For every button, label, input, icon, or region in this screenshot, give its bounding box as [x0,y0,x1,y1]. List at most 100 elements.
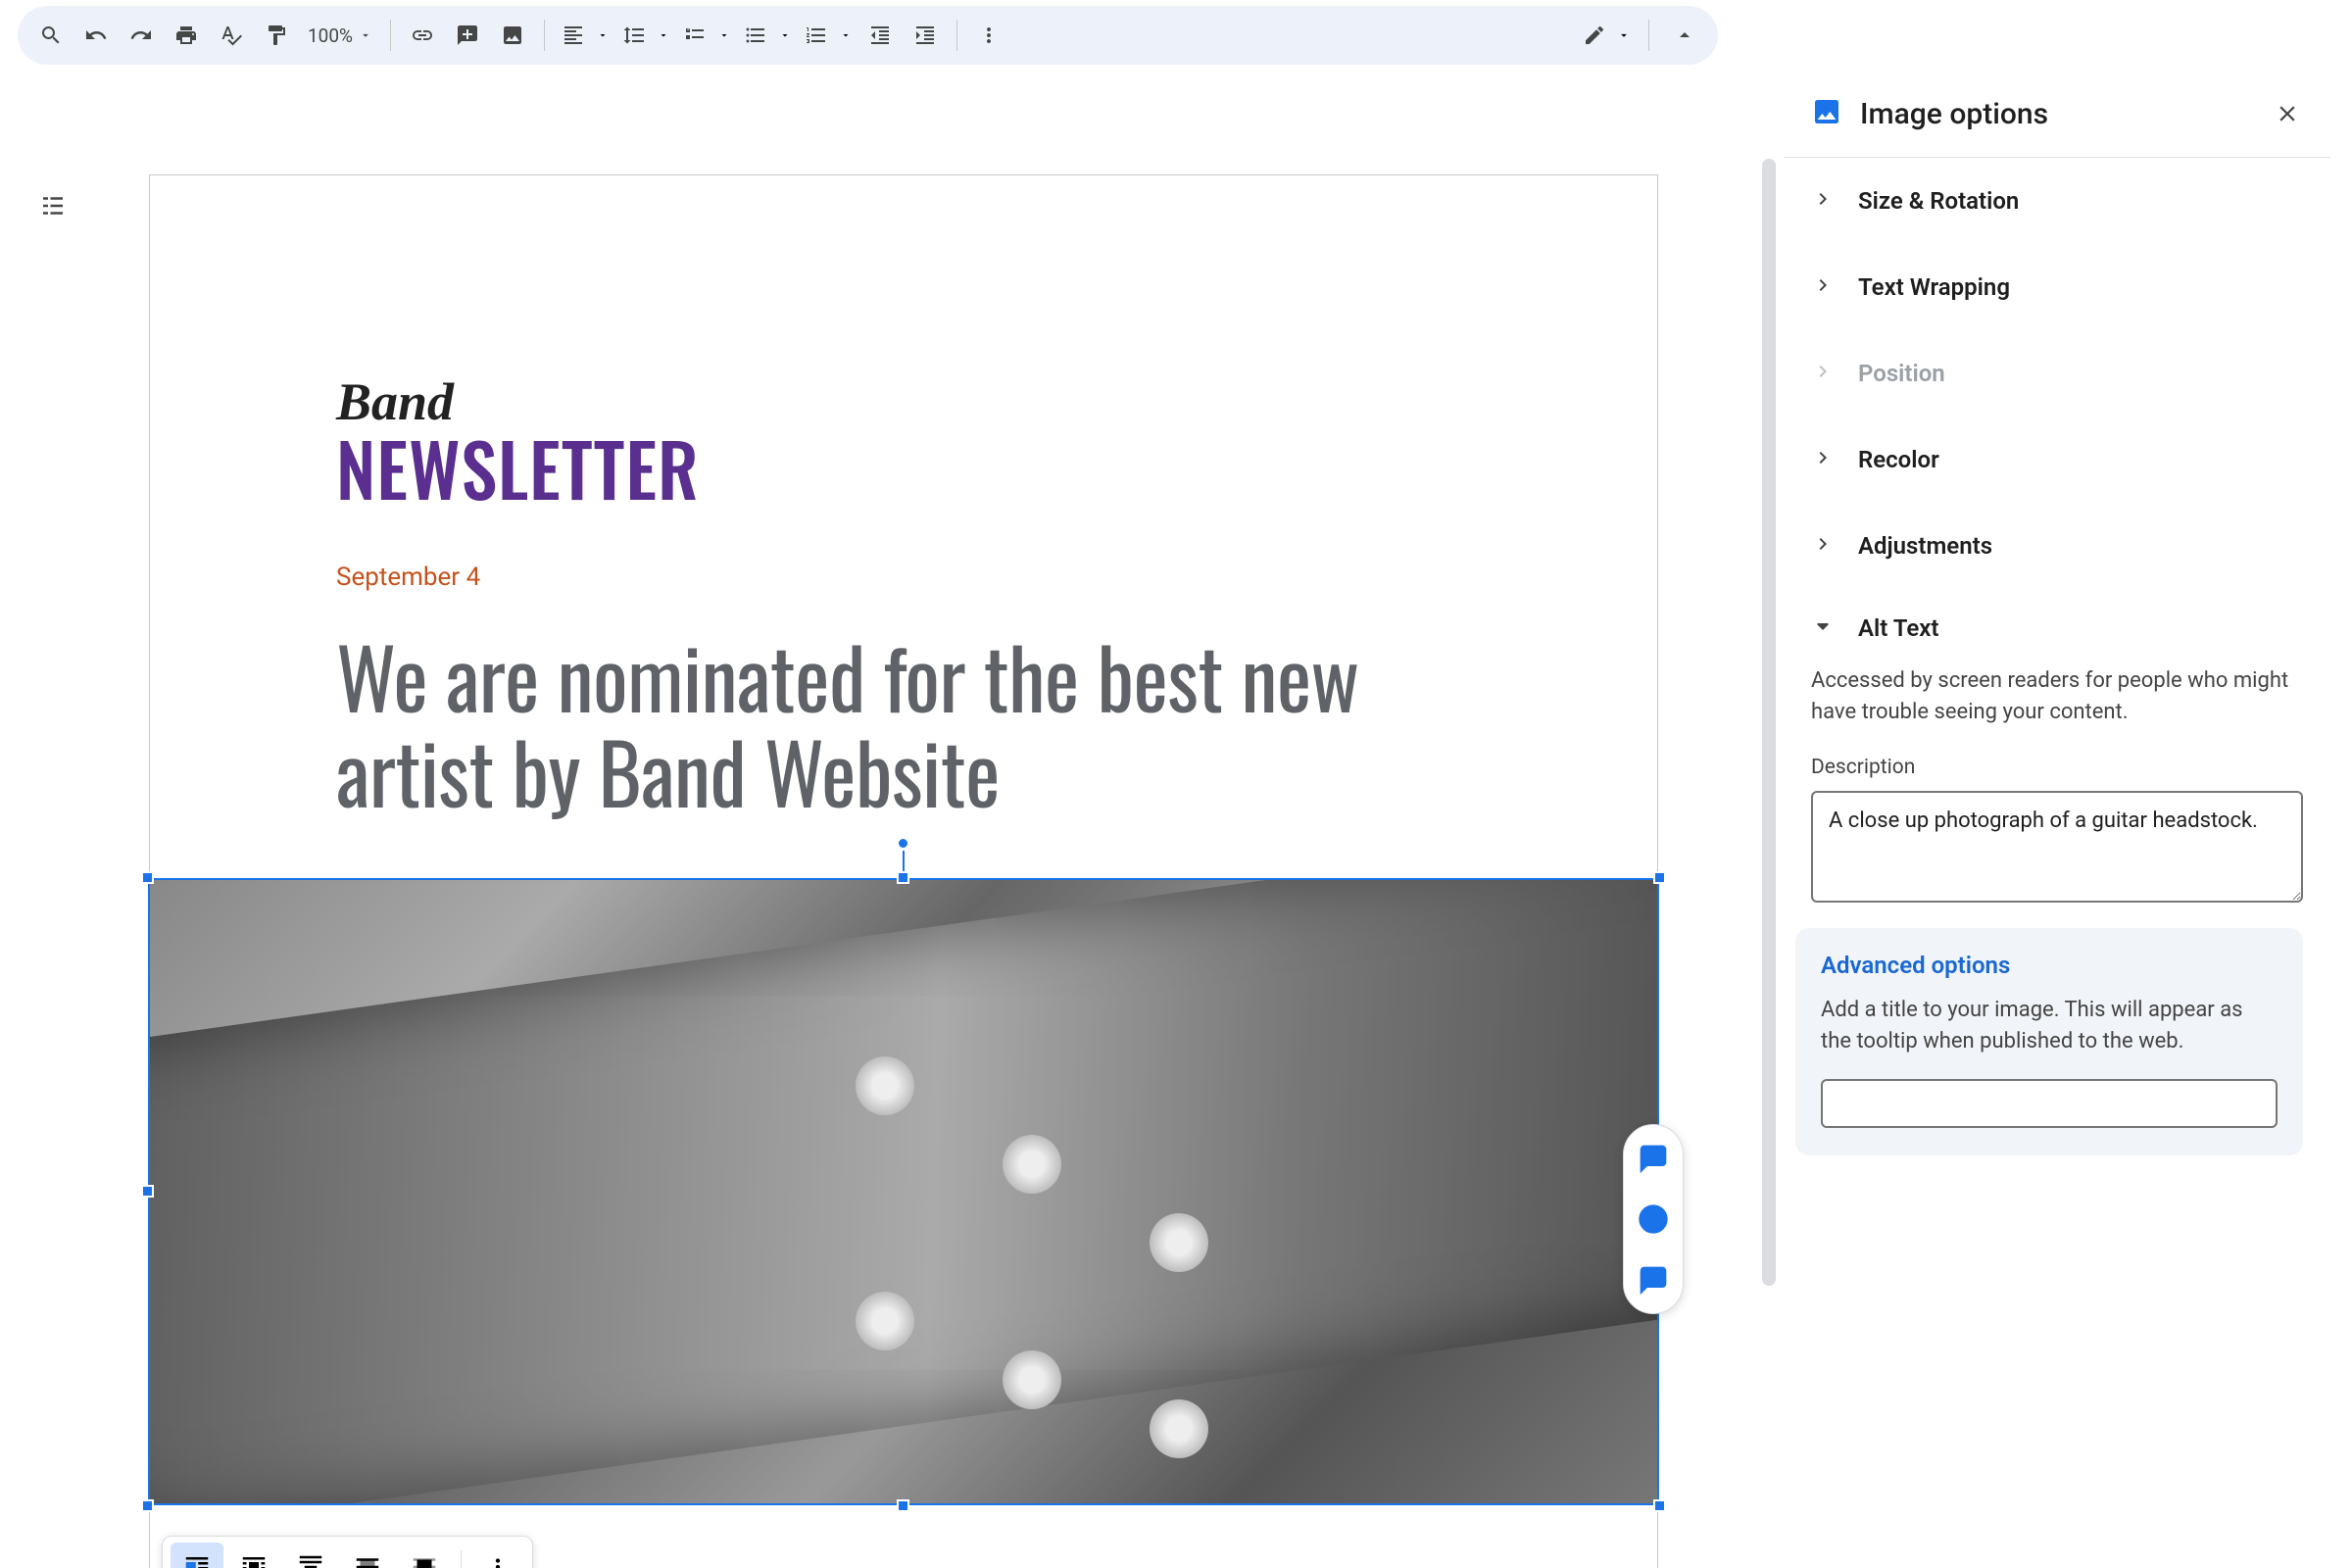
section-label: Adjustments [1858,532,1992,560]
search-icon[interactable] [29,14,73,57]
section-recolor[interactable]: Recolor [1784,416,2330,503]
zoom-value: 100% [308,24,353,47]
add-comment-float-icon[interactable] [1630,1135,1677,1182]
separator [1648,20,1649,51]
section-label: Text Wrapping [1858,273,2010,301]
numbered-list-icon [798,14,835,57]
align-left-icon [555,14,592,57]
separator [390,20,391,51]
alt-text-help: Accessed by screen readers for people wh… [1811,665,2303,728]
separator [461,1550,462,1568]
chevron-down-icon [774,29,796,41]
editing-mode-menu[interactable] [1576,14,1635,57]
section-text-wrapping[interactable]: Text Wrapping [1784,244,2330,330]
line-spacing-icon [615,14,653,57]
section-label: Size & Rotation [1858,187,2019,215]
sidebar-title: Image options [1860,97,2250,131]
zoom-select[interactable]: 100% [300,24,380,47]
alt-text-header[interactable]: Alt Text [1811,614,2303,642]
outline-toggle-icon[interactable] [29,182,76,229]
chevron-right-icon [1811,273,1837,301]
chevron-down-icon [835,29,857,41]
break-text-button[interactable] [284,1543,337,1568]
suggest-edit-icon[interactable] [1630,1256,1677,1303]
insert-image-icon[interactable] [491,14,534,57]
resize-handle-lm[interactable] [141,1185,154,1198]
line-spacing-menu[interactable] [615,14,674,57]
bullet-list-icon [737,14,774,57]
newsletter-heading: NEWSLETTER [336,415,1471,521]
vertical-scrollbar[interactable] [1762,159,1776,1286]
chevron-down-icon [1811,614,1837,642]
chevron-down-icon [359,28,372,42]
floating-actions [1623,1124,1684,1314]
image-options-sidebar: Image options Size & Rotation Text Wrapp… [1784,71,2352,1568]
insert-link-icon[interactable] [401,14,444,57]
decrease-indent-icon[interactable] [858,14,902,57]
section-alt-text: Alt Text Accessed by screen readers for … [1784,589,2330,906]
section-position: Position [1784,330,2330,416]
image-more-icon[interactable] [471,1543,524,1568]
print-icon[interactable] [165,14,208,57]
checklist-icon [676,14,713,57]
image-icon [1811,96,1842,131]
advanced-options-panel: Advanced options Add a title to your ima… [1795,928,2303,1155]
in-front-text-button[interactable] [398,1543,451,1568]
resize-handle-tm[interactable] [897,871,909,884]
advanced-options-help: Add a title to your image. This will app… [1821,995,2278,1057]
emoji-reaction-icon[interactable] [1630,1196,1677,1243]
redo-icon[interactable] [120,14,163,57]
chevron-down-icon [713,29,735,41]
resize-handle-br[interactable] [1653,1499,1666,1512]
close-icon[interactable] [2268,94,2307,133]
main-toolbar: 100% [18,6,1718,65]
headline-text: We are nominated for the best new artist… [336,629,1471,818]
chevron-right-icon [1811,532,1837,560]
main-area: Band NEWSLETTER September 4 We are nomin… [0,71,2352,1568]
scrollbar-thumb[interactable] [1762,159,1776,1286]
chevron-right-icon [1811,187,1837,215]
section-label: Recolor [1858,446,1939,473]
advanced-title-input[interactable] [1821,1079,2278,1128]
separator [956,20,957,51]
chevron-right-icon [1811,446,1837,473]
collapse-toolbar-icon[interactable] [1663,14,1706,57]
sidebar-header: Image options [1784,71,2330,158]
more-icon[interactable] [967,14,1010,57]
checklist-menu[interactable] [676,14,735,57]
numbered-list-menu[interactable] [798,14,857,57]
chevron-down-icon [653,29,674,41]
undo-icon[interactable] [74,14,118,57]
resize-handle-tr[interactable] [1653,871,1666,884]
inline-wrap-button[interactable] [171,1543,223,1568]
advanced-options-title[interactable]: Advanced options [1821,952,2278,979]
add-comment-icon[interactable] [446,14,489,57]
image-layout-toolbar [162,1536,533,1568]
section-label: Alt Text [1858,614,1938,642]
image-selection-box [148,878,1659,1505]
chevron-down-icon [1613,28,1635,42]
section-adjustments[interactable]: Adjustments [1784,503,2330,589]
description-label: Description [1811,756,2303,779]
rotation-handle[interactable] [897,837,909,850]
resize-handle-tl[interactable] [141,871,154,884]
chevron-down-icon [592,29,613,41]
date-text: September 4 [336,563,1471,592]
chevron-right-icon [1811,360,1837,387]
increase-indent-icon[interactable] [904,14,947,57]
resize-handle-bm[interactable] [897,1499,909,1512]
paint-format-icon[interactable] [255,14,298,57]
resize-handle-bl[interactable] [141,1499,154,1512]
align-menu[interactable] [555,14,613,57]
spellcheck-icon[interactable] [210,14,253,57]
description-textarea[interactable] [1811,791,2303,903]
selected-image[interactable] [148,878,1659,1505]
document-canvas[interactable]: Band NEWSLETTER September 4 We are nomin… [0,71,1784,1568]
pencil-icon [1576,14,1613,57]
app-root: 100% [0,0,2352,1568]
behind-text-button[interactable] [341,1543,394,1568]
guitar-image-content [150,880,1657,1503]
section-size-rotation[interactable]: Size & Rotation [1784,158,2330,244]
wrap-text-button[interactable] [227,1543,280,1568]
bullet-list-menu[interactable] [737,14,796,57]
